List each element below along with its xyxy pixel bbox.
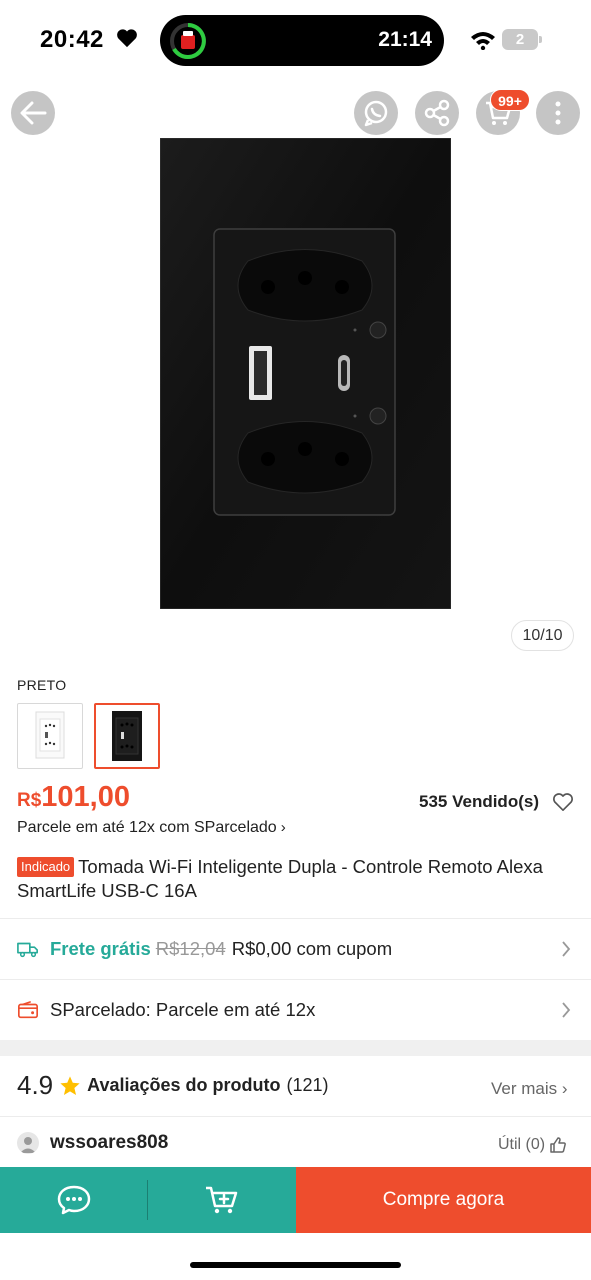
sparcelado-row[interactable]: SParcelado: Parcele em até 12x	[0, 981, 591, 1039]
home-indicator	[190, 1262, 401, 1268]
battery-indicator: 2	[502, 29, 542, 50]
recommended-badge: Indicado	[17, 857, 75, 877]
product-price: R$101,00	[17, 781, 130, 814]
chat-button[interactable]	[0, 1167, 148, 1233]
price-amount: 101,00	[41, 781, 130, 813]
ratings-header: 4.9 Avaliações do produto (121)	[17, 1070, 329, 1101]
shipping-coupon-text: R$0,00 com cupom	[231, 938, 393, 959]
thumbs-up-icon	[550, 1137, 566, 1153]
whatsapp-icon	[364, 100, 388, 127]
status-time: 20:42	[40, 26, 104, 53]
image-page-indicator: 10/10	[511, 620, 574, 651]
white-socket-thumbnail	[35, 711, 65, 759]
island-time: 21:14	[378, 28, 432, 51]
variation-option-black[interactable]	[94, 703, 160, 769]
wifi-icon	[471, 32, 495, 50]
review-author: wssoares808	[17, 1132, 168, 1154]
arrow-left-icon	[20, 101, 47, 125]
chevron-right-icon: ›	[561, 1079, 568, 1098]
back-button[interactable]	[11, 91, 55, 135]
product-title: Indicado Tomada Wi-Fi Inteligente Dupla -…	[17, 855, 577, 903]
installment-text: Parcele em até 12x com SParcelado	[17, 819, 277, 836]
share-button[interactable]	[415, 91, 459, 135]
status-bar: 20:42 21:14 2	[0, 0, 591, 80]
wallet-icon	[18, 1001, 38, 1019]
divider	[0, 918, 591, 919]
favorite-heart-icon[interactable]	[552, 792, 574, 812]
truck-icon	[17, 942, 38, 958]
ratings-count: (121)	[286, 1075, 329, 1095]
chevron-right-icon: ›	[280, 819, 286, 836]
see-more-link[interactable]: Ver mais ›	[491, 1079, 568, 1099]
divider	[0, 979, 591, 980]
more-vertical-icon	[555, 101, 561, 125]
price-currency: R$	[17, 790, 42, 811]
reviewer-username: wssoares808	[50, 1132, 169, 1153]
battery-level: 2	[502, 29, 538, 50]
user-icon	[20, 1137, 36, 1153]
shipping-old-price: R$12,04	[155, 938, 226, 959]
add-to-cart-button[interactable]	[148, 1167, 296, 1233]
whatsapp-share-button[interactable]	[354, 91, 398, 135]
helpful-text: Útil (0)	[498, 1136, 546, 1153]
chevron-right-icon	[562, 941, 571, 957]
free-shipping-label: Frete grátis	[50, 938, 151, 959]
chat-icon	[57, 1185, 91, 1215]
chevron-right-icon	[562, 1002, 571, 1018]
avatar	[17, 1132, 39, 1154]
variation-option-white[interactable]	[17, 703, 83, 769]
add-to-cart-icon	[206, 1186, 238, 1214]
battery-cap	[539, 36, 542, 43]
sparcelado-text: SParcelado: Parcele em até 12x	[50, 999, 316, 1020]
timer-ring-icon	[170, 23, 206, 59]
star-icon	[60, 1075, 80, 1095]
share-icon	[424, 99, 450, 127]
heart-icon	[117, 29, 137, 48]
black-socket-thumbnail	[112, 711, 142, 761]
product-title-text: Tomada Wi-Fi Inteligente Dupla - Control…	[17, 856, 543, 901]
divider	[0, 1116, 591, 1117]
variation-label: PRETO	[17, 677, 67, 693]
installment-link[interactable]: Parcele em até 12x com SParcelado ›	[17, 819, 286, 837]
rating-score: 4.9	[17, 1070, 54, 1100]
product-image[interactable]	[160, 138, 451, 609]
dynamic-island: 21:14	[160, 15, 444, 66]
ratings-title: Avaliações do produto	[87, 1075, 281, 1095]
more-options-button[interactable]	[536, 91, 580, 135]
bottom-action-bar: Compre agora	[0, 1167, 591, 1233]
sold-count: 535 Vendido(s)	[419, 792, 539, 811]
buy-now-button[interactable]: Compre agora	[296, 1167, 591, 1233]
cart-count-badge: 99+	[490, 89, 530, 111]
shipping-row[interactable]: Frete grátis R$12,04 R$0,00 com cupom	[0, 920, 591, 978]
section-separator	[0, 1040, 591, 1056]
see-more-text: Ver mais	[491, 1079, 558, 1098]
helpful-button[interactable]: Útil (0)	[498, 1136, 567, 1154]
